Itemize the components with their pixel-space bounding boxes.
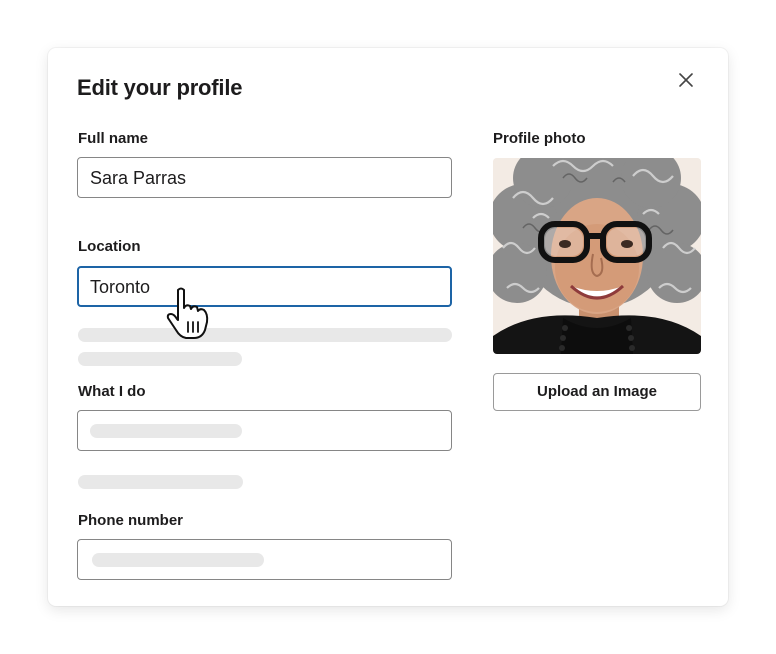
placeholder-line [78, 352, 242, 366]
full-name-field[interactable]: Sara Parras [77, 157, 452, 198]
what-i-do-field[interactable] [77, 410, 452, 451]
placeholder-line [90, 424, 242, 438]
location-field[interactable]: Toronto [77, 266, 452, 307]
placeholder-line [78, 328, 452, 342]
edit-profile-dialog: Edit your profile Full name Sara Parras … [48, 48, 728, 606]
placeholder-line [92, 553, 264, 567]
full-name-value: Sara Parras [90, 168, 187, 188]
dialog-title: Edit your profile [77, 75, 243, 100]
what-i-do-label: What I do [78, 383, 146, 400]
full-name-label: Full name [78, 130, 149, 147]
close-icon[interactable] [674, 68, 698, 92]
upload-image-button[interactable]: Upload an Image [493, 373, 701, 411]
pointer-hand-icon [164, 286, 216, 342]
profile-photo [493, 158, 701, 354]
profile-photo-label: Profile photo [493, 130, 586, 147]
phone-number-field[interactable] [77, 539, 452, 580]
placeholder-line [78, 475, 243, 489]
phone-number-label: Phone number [78, 512, 184, 529]
location-value: Toronto [90, 277, 151, 297]
location-label: Location [78, 238, 141, 255]
